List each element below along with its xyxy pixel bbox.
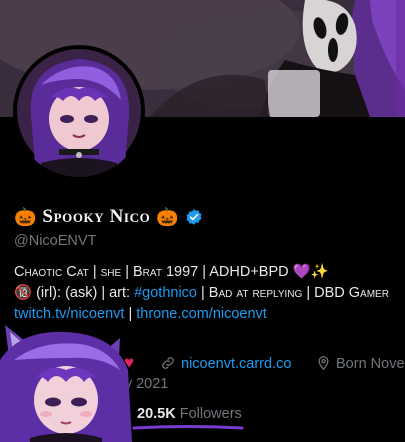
followers-label: Followers — [179, 406, 242, 422]
bio-title: Chaotic Cat — [14, 264, 89, 280]
verified-badge-icon[interactable] — [185, 208, 203, 226]
pumpkin-emoji-icon: 🎃 — [156, 206, 179, 227]
bio-text: | Bad at replying | DBD Gamer — [196, 285, 389, 301]
bio-line-2: 🔞 (irl): (ask) | art: #gothnico | Bad at… — [14, 283, 405, 304]
display-name-row: 🎃 Spooky Nico 🎃 — [14, 202, 203, 232]
pumpkin-emoji-icon: 🎃 — [14, 206, 37, 227]
link-icon — [162, 357, 174, 369]
avatar-image — [17, 49, 141, 177]
bio-text: 🔞 (irl): (ask) | art: — [14, 285, 135, 301]
profile-bio: Chaotic Cat | she | Brat 1997 | ADHD+BPD… — [14, 262, 405, 325]
banner-edge-glow — [396, 0, 405, 117]
followers-stat[interactable]: 20.5K Followers — [137, 406, 242, 422]
user-handle: @NicoENVT — [14, 233, 97, 249]
followers-underline — [132, 425, 244, 430]
display-name: Spooky Nico — [42, 206, 151, 227]
bio-line-1: Chaotic Cat | she | Brat 1997 | ADHD+BPD… — [14, 262, 405, 283]
bio-text: | she | Brat 1997 | ADHD+BPD 💜✨ — [88, 264, 329, 280]
website-link[interactable]: nicoenvt.carrd.co — [181, 356, 291, 372]
birthday-item: Born Nove — [316, 355, 405, 372]
born-date: Born Nove — [336, 356, 405, 372]
vtuber-avatar-overlay — [0, 325, 132, 442]
throne-link[interactable]: throne.com/nicoenvt — [136, 306, 267, 322]
followers-count: 20.5K — [137, 406, 176, 422]
website-item[interactable]: nicoenvt.carrd.co — [160, 355, 291, 372]
hashtag-link[interactable]: #gothnico — [134, 285, 197, 301]
avatar[interactable] — [13, 45, 145, 177]
location-pin-icon — [318, 356, 329, 371]
